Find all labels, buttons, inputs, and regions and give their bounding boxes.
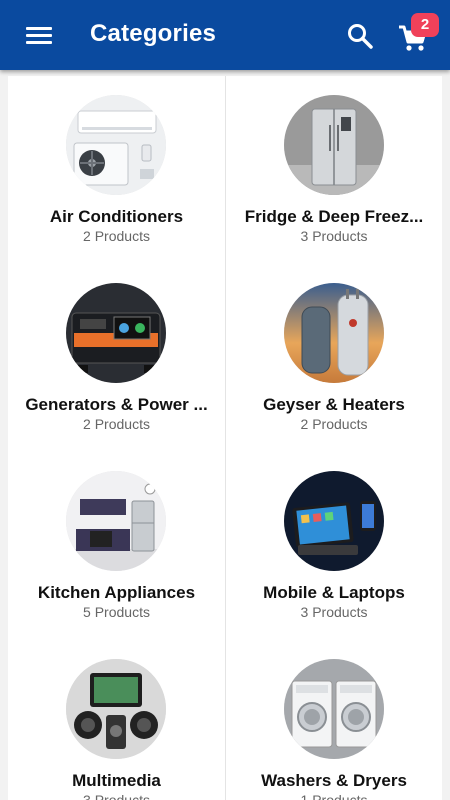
category-product-count: 2 Products <box>300 416 368 432</box>
category-row: Generators & Power ... 2 Products Geyser… <box>8 264 442 452</box>
category-name: Mobile & Laptops <box>263 583 405 602</box>
category-product-count: 2 Products <box>83 416 150 432</box>
category-card-kitchen[interactable]: Kitchen Appliances 5 Products <box>8 452 225 640</box>
app-screen: Categories 2 Air Conditioners 2 Products… <box>0 0 450 800</box>
generator-image <box>66 283 166 383</box>
app-bar: Categories 2 <box>0 0 450 70</box>
category-row: Kitchen Appliances 5 Products Mobile & L… <box>8 452 442 640</box>
fridge-image <box>284 95 384 195</box>
multimedia-image <box>66 659 166 759</box>
category-card-geyser[interactable]: Geyser & Heaters 2 Products <box>225 264 442 452</box>
cart-count-badge: 2 <box>411 13 439 37</box>
geyser-image <box>284 283 384 383</box>
category-name: Geyser & Heaters <box>263 395 405 414</box>
air-conditioner-image <box>66 95 166 195</box>
washer-dryer-image <box>284 659 384 759</box>
kitchen-image <box>66 471 166 571</box>
category-name: Fridge & Deep Freez... <box>244 207 424 226</box>
category-product-count: 2 Products <box>83 228 150 244</box>
category-row: Air Conditioners 2 Products Fridge & Dee… <box>8 76 442 264</box>
menu-icon[interactable] <box>26 25 52 45</box>
search-icon[interactable] <box>346 22 374 50</box>
category-card-mobile-laptops[interactable]: Mobile & Laptops 3 Products <box>225 452 442 640</box>
category-card-multimedia[interactable]: Multimedia 3 Products <box>8 640 225 800</box>
category-product-count: 5 Products <box>83 604 150 620</box>
category-card-fridge[interactable]: Fridge & Deep Freez... 3 Products <box>225 76 442 264</box>
category-product-count: 3 Products <box>300 228 368 244</box>
mobile-laptop-image <box>284 471 384 571</box>
category-name: Air Conditioners <box>49 207 184 226</box>
category-product-count: 3 Products <box>83 792 150 800</box>
page-title: Categories <box>90 20 217 47</box>
category-name: Kitchen Appliances <box>37 583 196 602</box>
category-card-air-conditioners[interactable]: Air Conditioners 2 Products <box>8 76 225 264</box>
category-row: Multimedia 3 Products Washers & Dryers 1… <box>8 640 442 800</box>
category-card-washers-dryers[interactable]: Washers & Dryers 1 Products <box>225 640 442 800</box>
category-name: Generators & Power ... <box>25 395 208 414</box>
category-name: Washers & Dryers <box>261 771 407 790</box>
category-grid: Air Conditioners 2 Products Fridge & Dee… <box>8 76 442 800</box>
category-product-count: 3 Products <box>300 604 368 620</box>
category-product-count: 1 Products <box>300 792 368 800</box>
category-name: Multimedia <box>72 771 161 790</box>
category-card-generators[interactable]: Generators & Power ... 2 Products <box>8 264 225 452</box>
